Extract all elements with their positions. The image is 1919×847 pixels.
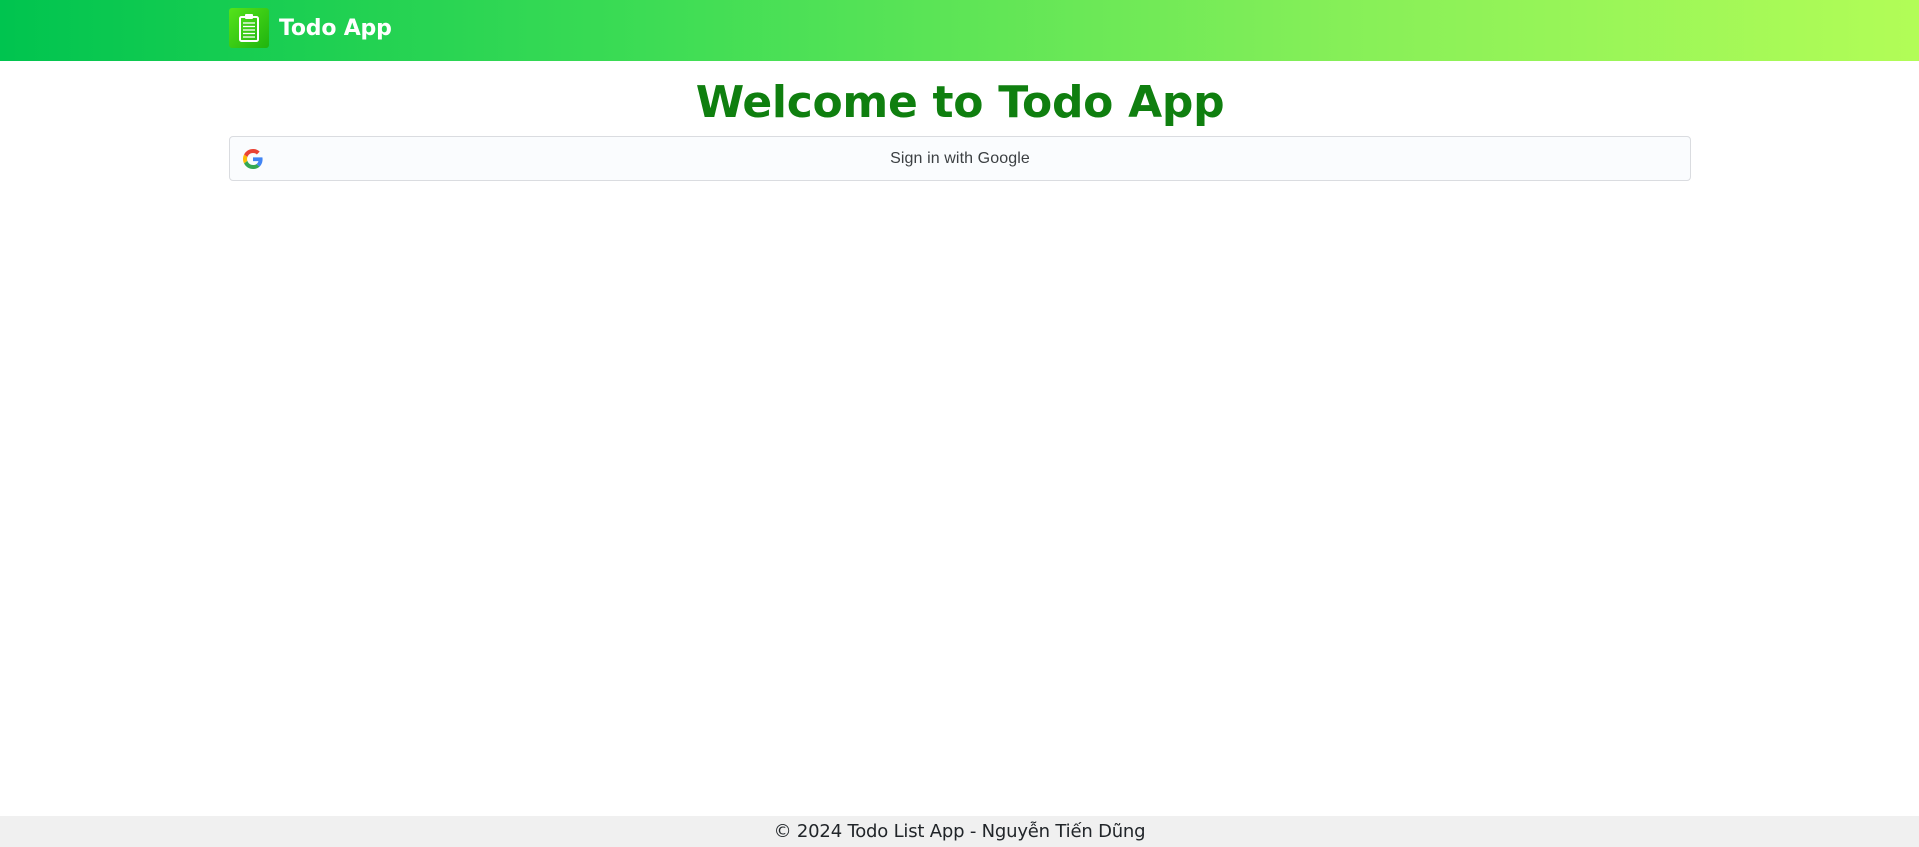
brand-link[interactable]: Todo App: [229, 7, 392, 49]
navbar: Todo App: [0, 0, 1919, 61]
google-g-icon: [243, 149, 263, 169]
google-sign-in-button[interactable]: Sign in with Google: [229, 136, 1691, 181]
main-content: Welcome to Todo App Sign in with Google: [229, 61, 1691, 181]
page-title: Welcome to Todo App: [695, 77, 1225, 128]
brand-name: Todo App: [279, 15, 392, 41]
footer-copyright: © 2024 Todo List App - Nguyễn Tiến Dũng: [773, 821, 1146, 842]
google-button-label: Sign in with Google: [890, 149, 1030, 167]
clipboard-icon: [229, 8, 269, 48]
footer: © 2024 Todo List App - Nguyễn Tiến Dũng: [0, 816, 1919, 847]
page: Todo App Welcome to Todo App Sign in wit…: [0, 0, 1919, 847]
